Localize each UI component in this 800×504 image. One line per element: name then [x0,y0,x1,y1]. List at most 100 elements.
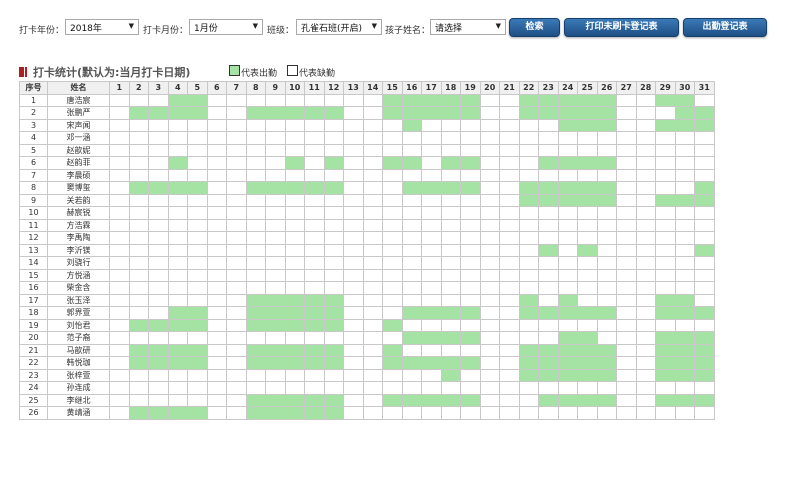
attendance-cell-absent [382,143,403,157]
attendance-cell-present [187,181,208,195]
attendance-cell-absent [362,106,383,120]
attendance-cell-present [245,181,266,195]
attendance-cell-absent [109,281,130,295]
day-column-header: 6 [206,81,227,95]
class-select-value: 孔雀石班(开启) [301,24,363,34]
attendance-cell-absent [616,206,637,220]
attendance-cell-absent [577,231,598,245]
table-row: 15 方悦涵 [19,268,715,282]
attendance-cell-absent [128,293,149,307]
attendance-cell-absent [577,131,598,145]
month-label: 打卡月份： [143,26,189,36]
print-unswiped-button[interactable]: 打印未刷卡登记表 [564,18,679,37]
attendance-cell-absent [499,168,520,182]
attendance-cell-absent [479,193,500,207]
attendance-cell-absent [479,206,500,220]
attendance-cell-absent [362,143,383,157]
class-select[interactable]: 孔雀石班(开启) ▼ [296,19,382,35]
attendance-cell-absent [616,106,637,120]
attendance-cell-present [421,331,442,345]
attendance-cell-absent [187,293,208,307]
title-marker-icon [25,67,27,77]
child-name: 唐浩宸 [47,93,110,107]
attendance-cell-absent [148,293,169,307]
attendance-cell-absent [635,206,656,220]
attendance-cell-absent [655,218,676,232]
attendance-cell-absent [635,331,656,345]
attendance-cell-absent [421,268,442,282]
table-row: 2 张鹏严 [19,106,715,120]
child-name: 张玉泽 [47,293,110,307]
attendance-cell-present [440,306,461,320]
attendance-cell-absent [635,218,656,232]
attendance-cell-present [460,331,481,345]
attendance-cell-absent [167,293,188,307]
attendance-cell-absent [518,331,539,345]
attendance-cell-present [304,356,325,370]
attendance-cell-present [557,93,578,107]
day-column-header: 23 [538,81,559,95]
attendance-cell-present [577,118,598,132]
attendance-cell-absent [109,243,130,257]
attendance-cell-absent [284,368,305,382]
attendance-cell-absent [362,193,383,207]
day-column-header: 4 [167,81,188,95]
month-select[interactable]: 1月份 ▼ [189,19,263,35]
attendance-cell-absent [440,406,461,420]
attendance-cell-present [284,343,305,357]
attendance-cell-absent [265,268,286,282]
attendance-cell-present [148,318,169,332]
attendance-cell-absent [109,93,130,107]
attendance-cell-absent [206,243,227,257]
attendance-cell-absent [323,168,344,182]
attendance-cell-absent [167,118,188,132]
attendance-cell-absent [128,118,149,132]
attendance-cell-absent [401,343,422,357]
attendance-cell-present [304,318,325,332]
attendance-cell-absent [440,381,461,395]
attendance-cell-absent [635,256,656,270]
attendance-cell-absent [421,343,442,357]
table-row: 5 赵歆妮 [19,143,715,157]
attendance-cell-absent [557,243,578,257]
attendance-cell-present [538,306,559,320]
column-header-name: 姓名 [47,81,110,95]
attendance-cell-absent [109,218,130,232]
attendance-cell-present [460,93,481,107]
attendance-cell-absent [460,293,481,307]
attendance-cell-absent [323,281,344,295]
attendance-cell-absent [148,231,169,245]
attendance-cell-absent [343,106,364,120]
row-index: 21 [19,343,48,357]
child-select[interactable]: 请选择 ▼ [430,19,506,35]
attendance-cell-absent [167,206,188,220]
attendance-cell-absent [128,206,149,220]
attendance-cell-present [518,306,539,320]
attendance-cell-absent [635,168,656,182]
child-name: 李继北 [47,393,110,407]
attendance-cell-present [538,181,559,195]
attendance-cell-absent [167,168,188,182]
attendance-cell-present [577,331,598,345]
attendance-cell-absent [284,131,305,145]
attendance-cell-present [557,118,578,132]
day-column-header: 25 [577,81,598,95]
attendance-cell-absent [421,143,442,157]
attendance-cell-absent [518,218,539,232]
attendance-cell-absent [518,118,539,132]
attendance-cell-absent [226,268,247,282]
attendance-cell-absent [479,143,500,157]
attendance-cell-absent [655,131,676,145]
attendance-cell-absent [323,231,344,245]
attendance-cell-absent [538,406,559,420]
attendance-cell-absent [284,231,305,245]
attendance-cell-absent [323,218,344,232]
attendance-cell-absent [109,331,130,345]
attendance-register-button[interactable]: 出勤登记表 [683,18,767,37]
search-button[interactable]: 检索 [509,18,560,37]
year-select[interactable]: 2018年 ▼ [65,19,139,35]
attendance-cell-absent [596,406,617,420]
attendance-cell-absent [538,256,559,270]
attendance-cell-absent [401,193,422,207]
row-index: 3 [19,118,48,132]
